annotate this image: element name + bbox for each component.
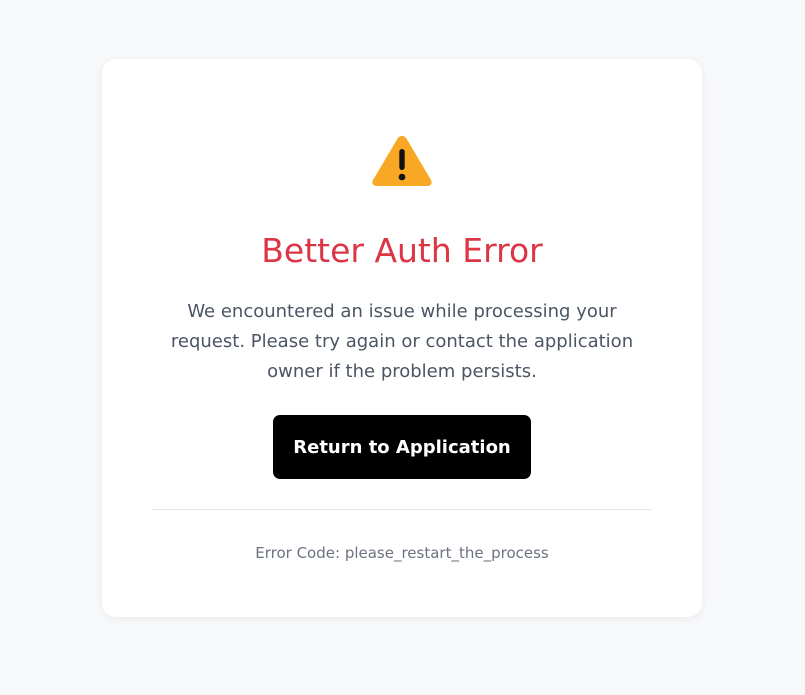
error-card: Better Auth Error We encountered an issu… (102, 59, 702, 617)
error-message: We encountered an issue while processing… (170, 301, 634, 382)
error-code-label: Error Code: (255, 544, 345, 562)
divider (152, 509, 652, 510)
error-code-value: please_restart_the_process (344, 544, 549, 562)
return-to-application-button[interactable]: Return to Application (273, 415, 531, 479)
warning-icon (372, 136, 432, 186)
error-code: Error Code: please_restart_the_process (102, 541, 702, 565)
error-title: Better Auth Error (261, 231, 543, 270)
